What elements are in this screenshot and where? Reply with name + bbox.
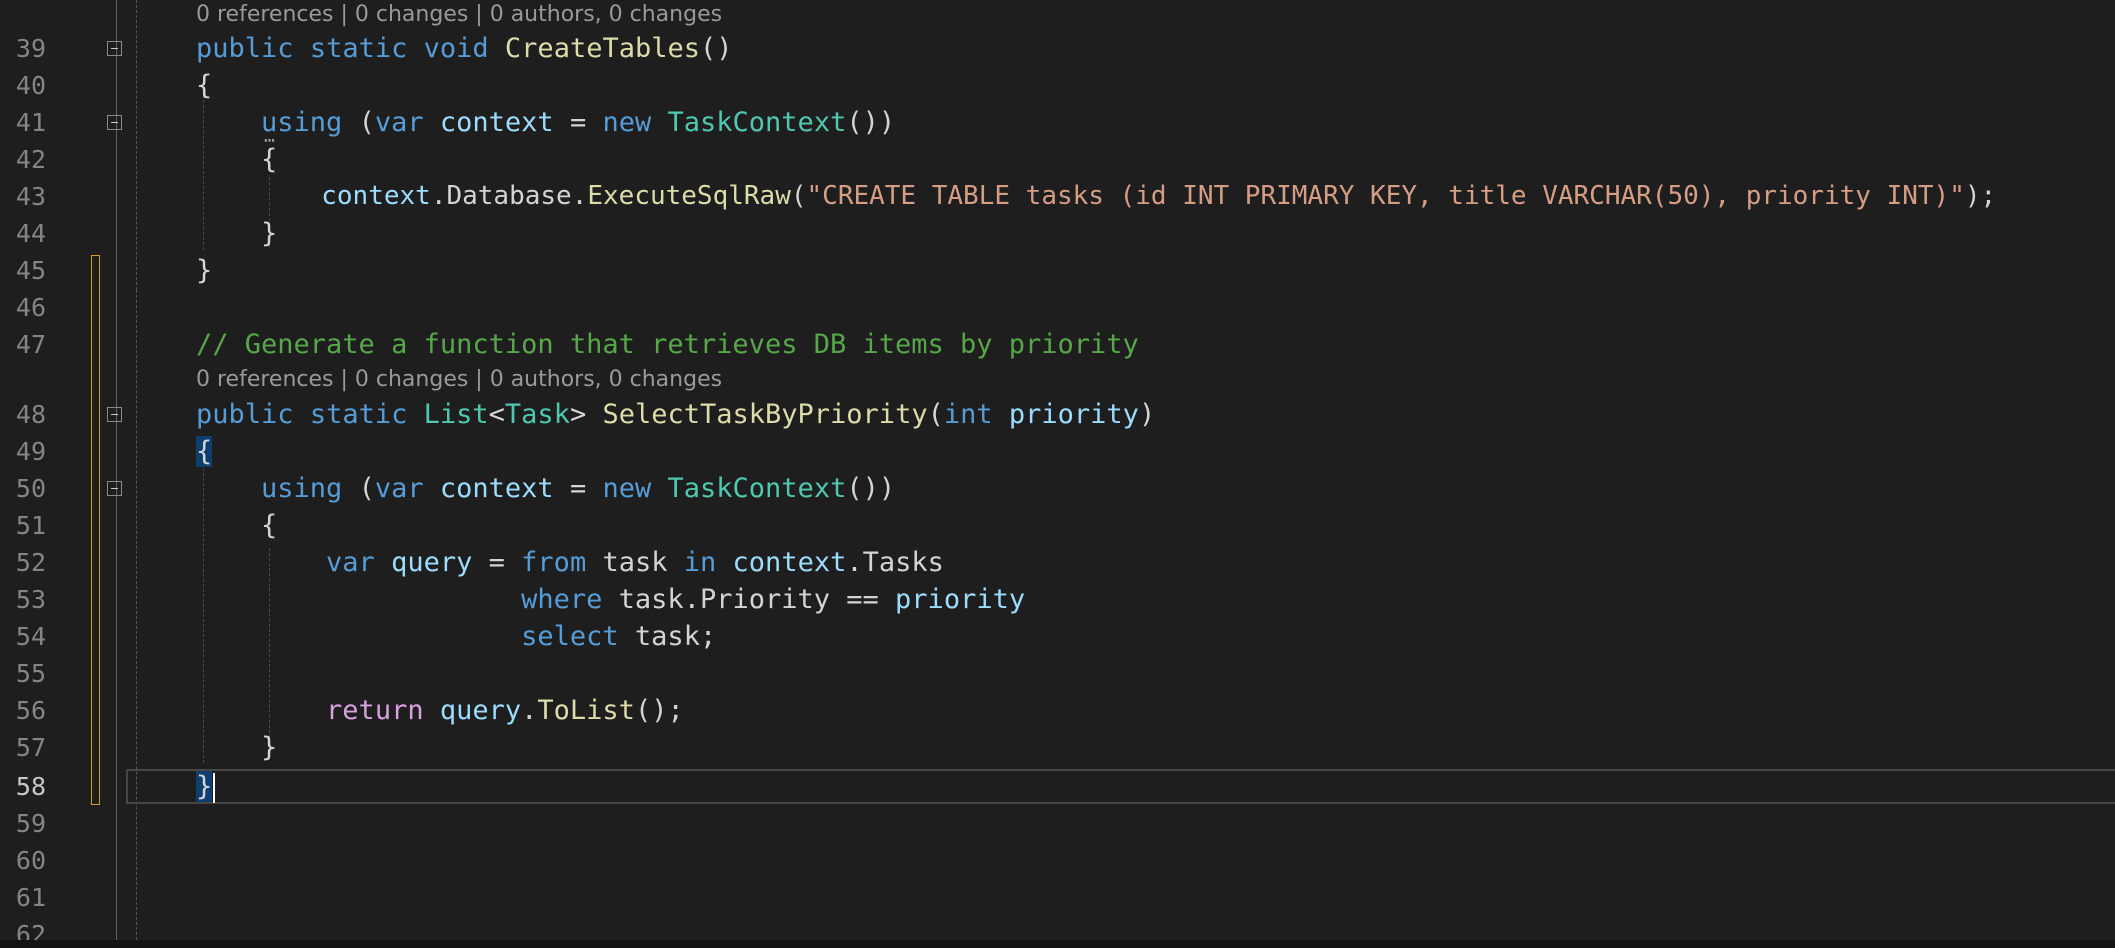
line-number: 46 (15, 293, 46, 322)
collapse-minus-icon[interactable] (107, 407, 122, 422)
collapse-minus-icon[interactable] (107, 41, 122, 56)
line-number: 41 (15, 108, 46, 137)
code-line-55[interactable]: 55 (0, 655, 2115, 692)
code-text: public static List<Task> SelectTaskByPri… (196, 399, 1156, 430)
code-line-39[interactable]: 39 public static void CreateTables() (0, 30, 2115, 67)
line-number: 52 (15, 548, 46, 577)
code-line-54[interactable]: 54 select task; (0, 618, 2115, 655)
line-number: 43 (15, 182, 46, 211)
code-line-43[interactable]: 43 context.Database.ExecuteSqlRaw("CREAT… (0, 178, 2115, 215)
code-line-41[interactable]: 41 using (var context = new TaskContext(… (0, 104, 2115, 141)
code-text: var query = from task in context.Tasks (326, 547, 944, 578)
code-text: { (261, 144, 278, 175)
collapse-minus-icon[interactable] (107, 481, 122, 496)
line-number: 59 (15, 809, 46, 838)
code-line-48[interactable]: 48 public static List<Task> SelectTaskBy… (0, 396, 2115, 433)
line-number: 53 (15, 585, 46, 614)
collapse-minus-icon[interactable] (107, 115, 122, 130)
codelens-row: 0 references | 0 changes | 0 authors, 0 … (0, 365, 2115, 395)
code-line-44[interactable]: 44 } (0, 215, 2115, 252)
line-number: 60 (15, 846, 46, 875)
code-text: context.Database.ExecuteSqlRaw("CREATE T… (321, 181, 1997, 211)
code-line-61[interactable]: 61 (0, 879, 2115, 916)
code-text: } (261, 218, 278, 249)
code-line-52[interactable]: 52 var query = from task in context.Task… (0, 544, 2115, 581)
line-number: 55 (15, 659, 46, 688)
code-line-56[interactable]: 56 return query.ToList(); (0, 692, 2115, 729)
line-number: 51 (15, 511, 46, 540)
code-line-53[interactable]: 53 where task.Priority == priority (0, 581, 2115, 618)
codelens-create-tables[interactable]: 0 references | 0 changes | 0 authors, 0 … (196, 0, 722, 30)
line-number: 54 (15, 622, 46, 651)
code-text: return query.ToList(); (326, 695, 684, 726)
code-text: { (261, 510, 278, 541)
horizontal-scrollbar[interactable] (0, 940, 2115, 948)
line-number: 57 (15, 733, 46, 762)
code-line-45[interactable]: 45 } (0, 252, 2115, 289)
code-line-42[interactable]: 42 { (0, 141, 2115, 178)
code-line-57[interactable]: 57 } (0, 729, 2115, 766)
code-text: } (196, 768, 216, 805)
line-number: 45 (15, 256, 46, 285)
text-cursor (213, 772, 216, 803)
line-number: 50 (15, 474, 46, 503)
code-line-62[interactable]: 62 (0, 916, 2115, 940)
line-number: 61 (15, 883, 46, 912)
codelens-row: 0 references | 0 changes | 0 authors, 0 … (0, 0, 2115, 30)
code-line-49[interactable]: 49 { (0, 433, 2115, 470)
code-text: } (196, 255, 213, 286)
code-line-58[interactable]: 58 } (0, 768, 2115, 805)
line-number: 39 (15, 34, 46, 63)
code-text: { (196, 70, 213, 101)
code-text: where task.Priority == priority (521, 584, 1026, 615)
line-number: 62 (15, 920, 46, 940)
line-number: 47 (15, 330, 46, 359)
line-number: 48 (15, 400, 46, 429)
line-number: 42 (15, 145, 46, 174)
code-text: select task; (521, 621, 717, 652)
code-line-40[interactable]: 40 { (0, 67, 2115, 104)
code-editor[interactable]: 0 references | 0 changes | 0 authors, 0 … (0, 0, 2115, 948)
code-line-60[interactable]: 60 (0, 842, 2115, 879)
code-text: using (var context = new TaskContext()) (261, 473, 896, 504)
code-line-59[interactable]: 59 (0, 805, 2115, 842)
line-number: 40 (15, 71, 46, 100)
code-text: { (196, 433, 213, 470)
code-text: using (var context = new TaskContext()) (261, 107, 896, 138)
line-number-current: 58 (15, 772, 46, 801)
code-line-50[interactable]: 50 using (var context = new TaskContext(… (0, 470, 2115, 507)
code-line-51[interactable]: 51 { (0, 507, 2115, 544)
codelens-select-task[interactable]: 0 references | 0 changes | 0 authors, 0 … (196, 365, 722, 395)
line-number: 44 (15, 219, 46, 248)
code-line-47[interactable]: 47 // Generate a function that retrieves… (0, 326, 2115, 363)
code-text: } (261, 732, 278, 763)
code-comment: // Generate a function that retrieves DB… (196, 329, 1139, 360)
line-number: 56 (15, 696, 46, 725)
line-number: 49 (15, 437, 46, 466)
code-text: public static void CreateTables() (196, 33, 733, 64)
code-line-46[interactable]: 46 (0, 289, 2115, 326)
matched-brace: } (196, 771, 213, 802)
matched-brace: { (196, 436, 213, 467)
